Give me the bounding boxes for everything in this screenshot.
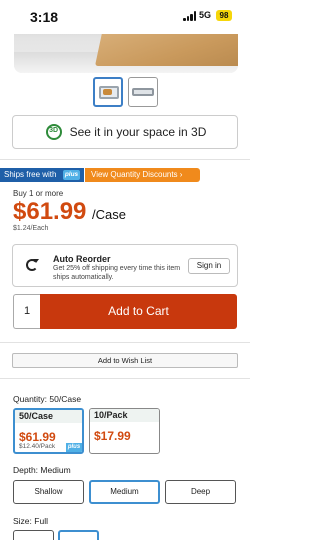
battery-icon: 98 [216,10,232,21]
quantity-selected-value: 50/Case [49,394,82,404]
buy-quantity-label: Buy 1 or more [13,189,64,198]
price-unit: /Case [92,207,126,222]
add-to-wish-list-button[interactable]: Add to Wish List [12,353,238,368]
depth-option-deep[interactable]: Deep [165,480,236,504]
plus-logo: plus [66,443,82,452]
network-label: 5G [199,10,212,20]
option-name: 10/Pack [90,409,159,422]
size-selected-value: Full [34,516,48,526]
divider [0,342,250,343]
divider [0,378,250,379]
view-quantity-discounts-button[interactable]: View Quantity Discounts › [85,168,200,182]
thumbnail-1[interactable] [93,77,123,107]
option-price: $17.99 [94,429,131,443]
size-option-1[interactable] [13,530,54,540]
price: $61.99 [13,198,87,225]
depth-option-label: Depth: Medium [13,465,71,475]
pan-image [132,88,154,96]
thumbnail-2[interactable] [128,77,158,107]
quantity-option-10-pack[interactable]: 10/Pack $17.99 [89,408,160,454]
size-option-label: Size: Full [13,516,48,526]
auto-reorder-panel: Auto Reorder Get 25% off shipping every … [12,244,238,287]
size-option-2[interactable] [58,530,99,540]
option-name: 50/Case [15,410,82,423]
cellular-signal-icon [183,11,197,21]
product-page: 3:18 5G 98 3D See it in your space in 3D… [0,0,250,540]
price-per-each: $1.24/Each [13,225,49,232]
plus-logo: plus [63,170,80,180]
divider [0,159,250,160]
sign-in-button[interactable]: Sign in [188,258,230,274]
auto-reorder-title: Auto Reorder [53,254,111,264]
option-price: $61.99 [19,430,56,444]
view-in-3d-label: See it in your space in 3D [69,125,207,139]
status-time: 3:18 [30,9,59,25]
quantity-input[interactable]: 1 [13,294,40,329]
depth-selected-value: Medium [40,465,71,475]
depth-option-shallow[interactable]: Shallow [13,480,84,504]
cube-3d-icon: 3D [44,122,64,142]
view-in-3d-button[interactable]: 3D See it in your space in 3D [12,115,238,149]
food-image [103,89,112,95]
auto-reorder-description: Get 25% off shipping every time this ite… [53,265,181,281]
add-to-cart-button[interactable]: Add to Cart [40,294,237,329]
status-bar: 3:18 5G 98 [0,0,250,34]
quantity-option-label: Quantity: 50/Case [13,394,82,404]
option-subprice: $12.40/Pack [19,443,56,450]
quantity-option-50-case[interactable]: 50/Case $61.99 $12.40/Pack plus [13,408,84,454]
depth-option-medium[interactable]: Medium [89,480,160,504]
reorder-icon [26,259,39,271]
